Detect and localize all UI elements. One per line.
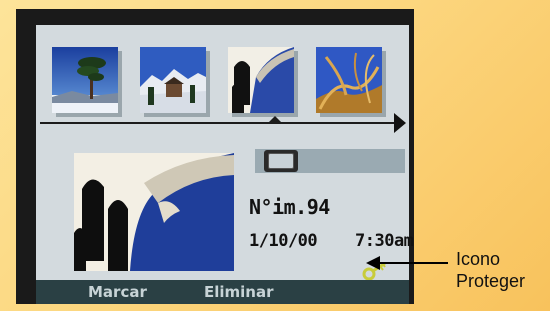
- callout-line: [378, 262, 448, 264]
- arched-building-photo: [228, 47, 294, 113]
- delete-button[interactable]: Eliminar: [204, 283, 274, 301]
- mountain-cabin-photo: [140, 47, 206, 113]
- camera-lcd-bezel: N°im.94 1/10/00 7:30am Marcar Eliminar: [16, 9, 414, 304]
- pine-tree-photo: [52, 47, 118, 113]
- callout-line-1: Icono: [456, 249, 501, 269]
- thumbnail-mountain-cabin[interactable]: [140, 47, 206, 113]
- callout-label: Icono Proteger: [456, 248, 525, 292]
- image-time: 7:30am: [355, 231, 414, 251]
- scroll-thumb-face: [268, 153, 295, 169]
- thumbnail-pine-tree[interactable]: [52, 47, 118, 113]
- selection-caret: [268, 116, 282, 123]
- scroll-thumb[interactable]: [264, 150, 299, 172]
- image-date: 1/10/00: [249, 231, 318, 251]
- thumbnail-twisted-branches[interactable]: [316, 47, 382, 113]
- thumbnail-arched-building[interactable]: [228, 47, 294, 113]
- timeline-bar: [40, 122, 396, 124]
- scroll-right-arrow-icon[interactable]: [394, 113, 406, 133]
- twisted-branches-photo: [316, 47, 382, 113]
- arched-building-photo: [74, 153, 234, 271]
- menu-bar: Marcar Eliminar: [36, 280, 409, 304]
- image-number: N°im.94: [249, 195, 330, 219]
- image-preview: [74, 153, 234, 271]
- lcd-screen: N°im.94 1/10/00 7:30am Marcar Eliminar: [36, 25, 414, 304]
- callout-line-2: Proteger: [456, 271, 526, 291]
- mark-button[interactable]: Marcar: [88, 283, 147, 301]
